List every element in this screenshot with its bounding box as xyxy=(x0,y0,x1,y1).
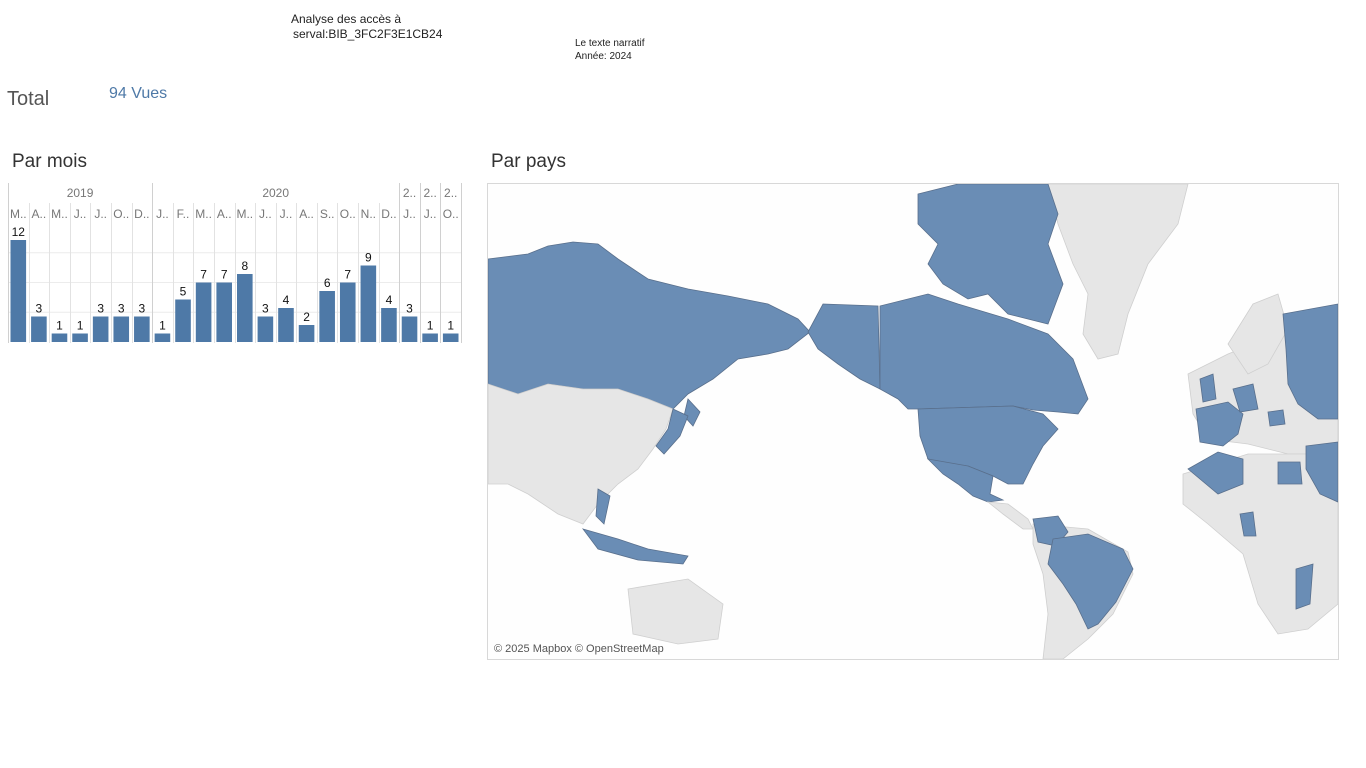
map-egypt xyxy=(1277,461,1303,485)
bar xyxy=(339,282,356,342)
year-label: 2.. xyxy=(403,186,416,200)
month-label: S.. xyxy=(320,207,335,221)
country-views-map[interactable]: © 2025 Mapbox © OpenStreetMap xyxy=(487,183,1339,660)
bar xyxy=(237,274,253,342)
map-asia xyxy=(488,383,674,525)
month-label: O.. xyxy=(113,207,129,221)
bar xyxy=(175,299,191,342)
map-uk xyxy=(1199,373,1217,403)
narrative-text: Le texte narratif Année: 2024 xyxy=(575,37,644,63)
bar-value-label: 7 xyxy=(200,268,207,282)
narrative-line2: Année: 2024 xyxy=(575,51,632,62)
month-label: D.. xyxy=(381,207,396,221)
year-label: 2.. xyxy=(423,186,436,200)
total-label: Total xyxy=(7,88,50,110)
year-label: 2020 xyxy=(262,186,289,200)
month-label: J.. xyxy=(94,207,107,221)
bar-value-label: 4 xyxy=(283,293,290,307)
bar-value-label: 1 xyxy=(77,319,84,333)
bar xyxy=(31,316,47,342)
bar xyxy=(195,282,212,342)
bar-value-label: 1 xyxy=(159,319,166,333)
world-map[interactable] xyxy=(488,184,1338,659)
section-title-by-month: Par mois xyxy=(12,151,87,172)
map-russia xyxy=(488,241,811,410)
bar-value-label: 8 xyxy=(241,259,248,273)
month-label: J.. xyxy=(259,207,272,221)
map-attribution: © 2025 Mapbox © OpenStreetMap xyxy=(494,643,664,655)
bar-value-label: 3 xyxy=(118,302,125,316)
report-title-line2: serval:BIB_3FC2F3E1CB24 xyxy=(293,27,443,41)
month-label: N.. xyxy=(361,207,376,221)
month-label: J.. xyxy=(280,207,293,221)
bar xyxy=(360,265,377,342)
bar xyxy=(319,291,335,342)
year-label: 2.. xyxy=(444,186,457,200)
map-canada xyxy=(879,293,1089,415)
bar xyxy=(154,333,171,342)
month-label: M.. xyxy=(51,207,68,221)
map-alaska xyxy=(807,303,881,390)
map-central-america xyxy=(986,501,1034,530)
month-label: J.. xyxy=(424,207,437,221)
bar-value-label: 3 xyxy=(36,302,43,316)
map-greenland xyxy=(1047,184,1189,360)
month-label: A.. xyxy=(299,207,314,221)
bar xyxy=(10,240,27,342)
bar-value-label: 3 xyxy=(97,302,104,316)
bar-value-label: 9 xyxy=(365,251,372,265)
bar-value-label: 3 xyxy=(406,302,413,316)
bar-value-label: 7 xyxy=(344,268,351,282)
bar-value-label: 1 xyxy=(447,319,454,333)
report-title: Analyse des accès à serval:BIB_3FC2F3E1C… xyxy=(291,12,442,42)
map-east-russia xyxy=(683,398,701,427)
bar xyxy=(442,333,459,342)
map-indonesia xyxy=(581,528,689,565)
bar-value-label: 1 xyxy=(56,319,63,333)
bar xyxy=(381,308,397,342)
bar-value-label: 3 xyxy=(138,302,145,316)
bar xyxy=(278,308,294,342)
month-label: J.. xyxy=(74,207,87,221)
bar xyxy=(134,316,150,342)
map-romania xyxy=(1267,409,1286,427)
month-label: O.. xyxy=(340,207,356,221)
section-title-by-country: Par pays xyxy=(491,151,566,172)
bar-value-label: 1 xyxy=(427,319,434,333)
month-label: J.. xyxy=(156,207,169,221)
bar-value-label: 12 xyxy=(12,225,26,239)
bar-value-label: 2 xyxy=(303,310,310,324)
total-value: 94 Vues xyxy=(109,85,168,102)
month-label: M.. xyxy=(236,207,253,221)
month-label: F.. xyxy=(177,207,190,221)
narrative-line1: Le texte narratif xyxy=(575,38,645,49)
report-title-line1: Analyse des accès à xyxy=(291,12,402,26)
year-label: 2019 xyxy=(67,186,94,200)
bar xyxy=(51,333,68,342)
map-mozambique xyxy=(1295,563,1314,610)
bar-value-label: 4 xyxy=(386,293,393,307)
month-label: J.. xyxy=(403,207,416,221)
monthly-views-bar-chart[interactable]: 2019 2020 2.. 2.. 2..M..12A..3M..1J..1J..3O.… xyxy=(8,183,463,345)
month-label: M.. xyxy=(10,207,27,221)
bar xyxy=(298,325,315,342)
bar xyxy=(422,333,438,342)
map-usa xyxy=(917,405,1059,485)
bar-value-label: 5 xyxy=(180,285,187,299)
map-australia xyxy=(627,578,724,645)
month-label: M.. xyxy=(195,207,212,221)
bar-value-label: 3 xyxy=(262,302,269,316)
month-label: D.. xyxy=(134,207,149,221)
month-label: A.. xyxy=(217,207,232,221)
bar xyxy=(92,316,109,342)
bar xyxy=(113,316,130,342)
bar xyxy=(216,282,232,342)
bar-value-label: 7 xyxy=(221,268,228,282)
bar-value-label: 6 xyxy=(324,276,331,290)
bar xyxy=(257,316,274,342)
bar xyxy=(72,333,88,342)
month-label: O.. xyxy=(443,207,459,221)
month-label: A.. xyxy=(32,207,47,221)
bar xyxy=(401,316,418,342)
